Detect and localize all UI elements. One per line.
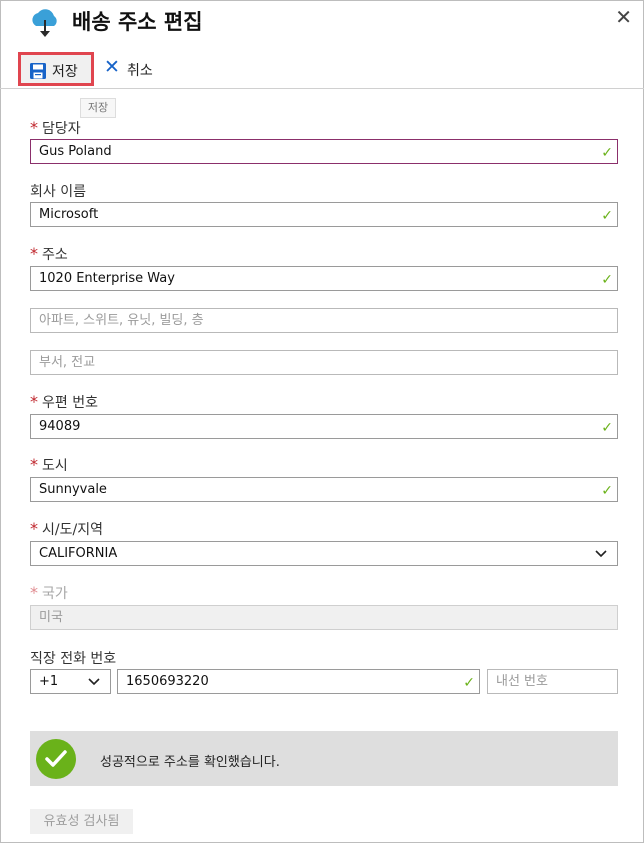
company-field[interactable]: Microsoft ✓ [30,202,618,227]
postal-label: * 우편 번호 [30,392,98,411]
city-field[interactable]: Sunnyvale ✓ [30,477,618,502]
checkmark-icon: ✓ [601,272,613,288]
chevron-down-icon [88,678,100,686]
save-button[interactable]: 저장 [18,52,94,86]
success-check-icon [36,739,76,779]
save-tooltip: 저장 [80,98,116,118]
contact-label: * 담당자 [30,118,81,137]
checkmark-icon: ✓ [601,483,613,499]
save-label: 저장 [52,64,78,80]
city-label: * 도시 [30,455,68,474]
extension-placeholder: 내선 번호 [496,674,548,689]
required-mark: * [30,244,38,263]
state-select[interactable]: CALIFORNIA [30,541,618,566]
success-banner: 성공적으로 주소를 확인했습니다. [30,731,618,786]
command-bar: 저장 ✕ 취소 [0,48,644,89]
success-message: 성공적으로 주소를 확인했습니다. [100,755,280,770]
checkmark-icon: ✓ [463,675,475,691]
required-mark: * [30,455,38,474]
close-icon[interactable]: ✕ [615,5,632,29]
contact-field[interactable]: Gus Poland ✓ [30,139,618,164]
required-mark: * [30,519,38,538]
cancel-label: 취소 [127,63,153,79]
contact-value: Gus Poland [39,144,112,159]
country-field: 미국 [30,605,618,630]
cloud-upload-icon [32,9,57,37]
address-line1-value: 1020 Enterprise Way [39,271,175,286]
extension-field[interactable]: 내선 번호 [487,669,618,694]
chevron-down-icon [595,550,607,558]
phone-number-field[interactable]: 1650693220 ✓ [117,669,480,694]
checkmark-icon: ✓ [601,208,613,224]
page-title: 배송 주소 편집 [72,10,203,34]
country-code-value: +1 [39,674,59,689]
country-label: * 국가 [30,583,68,602]
country-value: 미국 [39,610,63,625]
save-icon [30,63,46,79]
cancel-icon: ✕ [104,56,120,78]
city-value: Sunnyvale [39,482,107,497]
address-line2-placeholder: 아파트, 스위트, 유닛, 빌딩, 층 [39,313,204,328]
blade-header: 배송 주소 편집 ✕ [0,0,644,44]
address-label: * 주소 [30,244,68,263]
address-line1-field[interactable]: 1020 Enterprise Way ✓ [30,266,618,291]
company-label: 회사 이름 [30,184,86,200]
address-line2-field[interactable]: 아파트, 스위트, 유닛, 빌딩, 층 [30,308,618,333]
required-mark: * [30,583,38,602]
phone-label: 직장 전화 번호 [30,651,117,667]
phone-number-value: 1650693220 [126,674,209,689]
required-mark: * [30,392,38,411]
postal-value: 94089 [39,419,81,434]
validated-button: 유효성 검사됨 [30,809,133,834]
checkmark-icon: ✓ [601,145,613,161]
company-value: Microsoft [39,207,99,222]
state-label: * 시/도/지역 [30,519,103,538]
postal-field[interactable]: 94089 ✓ [30,414,618,439]
country-code-select[interactable]: +1 [30,669,111,694]
state-value: CALIFORNIA [39,546,118,561]
checkmark-icon: ✓ [601,420,613,436]
address-line3-placeholder: 부서, 전교 [39,355,96,370]
required-mark: * [30,118,38,137]
address-line3-field[interactable]: 부서, 전교 [30,350,618,375]
